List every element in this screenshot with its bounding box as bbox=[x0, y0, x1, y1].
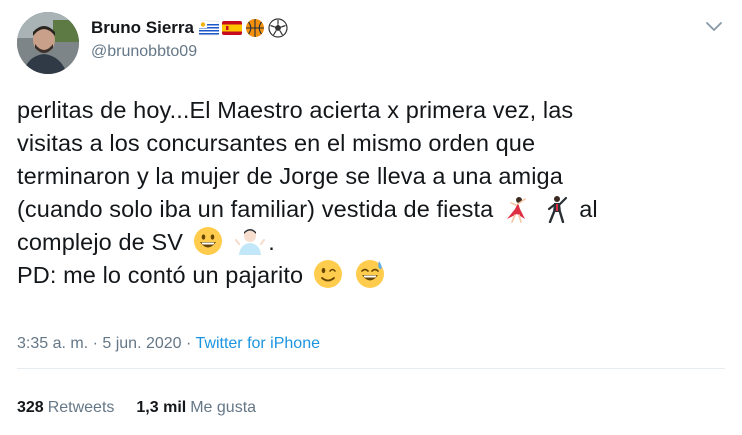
basketball-icon bbox=[245, 19, 264, 37]
tweet-line: perlitas de hoy...El Maestro acierta x p… bbox=[17, 97, 574, 123]
tweet-source-link[interactable]: Twitter for iPhone bbox=[196, 335, 321, 352]
likes-count: 1,3 mil bbox=[136, 399, 187, 416]
tweet-line-with-emojis: complejo de SV . bbox=[17, 226, 732, 259]
winking-face-icon bbox=[313, 260, 342, 288]
divider bbox=[17, 368, 725, 369]
user-name-row: Bruno Sierra bbox=[91, 17, 291, 39]
likes-label: Me gusta bbox=[190, 399, 257, 416]
tweet-line-with-emojis: (cuando solo iba un familiar) vestida de… bbox=[17, 193, 732, 226]
retweets-label: Retweets bbox=[47, 399, 115, 416]
tweet-time[interactable]: 3:35 a. m. bbox=[17, 335, 88, 352]
tweet-text-fragment: complejo de SV bbox=[17, 229, 183, 255]
tweet-metadata: 3:35 a. m. · 5 jun. 2020 · Twitter for i… bbox=[17, 335, 320, 353]
profile-photo bbox=[17, 12, 79, 74]
retweets-count: 328 bbox=[17, 399, 44, 416]
tweet-text: perlitas de hoy...El Maestro acierta x p… bbox=[17, 94, 732, 292]
retweets-stat[interactable]: 328 Retweets bbox=[17, 399, 114, 417]
grinning-sweat-icon bbox=[356, 260, 385, 288]
tweet-text-fragment: al bbox=[579, 196, 598, 222]
tweet-line: visitas a los concursantes en el mismo o… bbox=[17, 130, 536, 156]
tweet-date[interactable]: 5 jun. 2020 bbox=[102, 335, 181, 352]
tweet-text-fragment: . bbox=[268, 229, 275, 255]
user-handle[interactable]: @brunobbto09 bbox=[91, 43, 197, 61]
tweet-text-fragment: (cuando solo iba un familiar) vestida de… bbox=[17, 196, 494, 222]
avatar[interactable] bbox=[17, 12, 79, 74]
grinning-face-icon bbox=[193, 227, 222, 255]
display-name[interactable]: Bruno Sierra bbox=[91, 17, 194, 39]
dancing-man-icon bbox=[547, 196, 567, 223]
separator: · bbox=[181, 335, 196, 352]
tweet-line-with-emojis: PD: me lo contó un pajarito bbox=[17, 259, 732, 292]
soccer-ball-icon bbox=[268, 18, 288, 38]
likes-stat[interactable]: 1,3 mil Me gusta bbox=[136, 399, 256, 417]
tweet-stats: 328 Retweets 1,3 mil Me gusta bbox=[17, 399, 278, 417]
tweet-line: terminaron y la mujer de Jorge se lleva … bbox=[17, 163, 563, 189]
name-emojis bbox=[198, 18, 291, 38]
dancing-woman-icon bbox=[506, 197, 526, 223]
separator: · bbox=[88, 335, 103, 352]
man-shrugging-icon bbox=[235, 229, 266, 255]
uruguay-flag-icon bbox=[198, 20, 219, 36]
chevron-down-icon[interactable] bbox=[704, 20, 724, 34]
tweet-text-fragment: PD: me lo contó un pajarito bbox=[17, 262, 304, 288]
spain-flag-icon bbox=[221, 21, 242, 35]
